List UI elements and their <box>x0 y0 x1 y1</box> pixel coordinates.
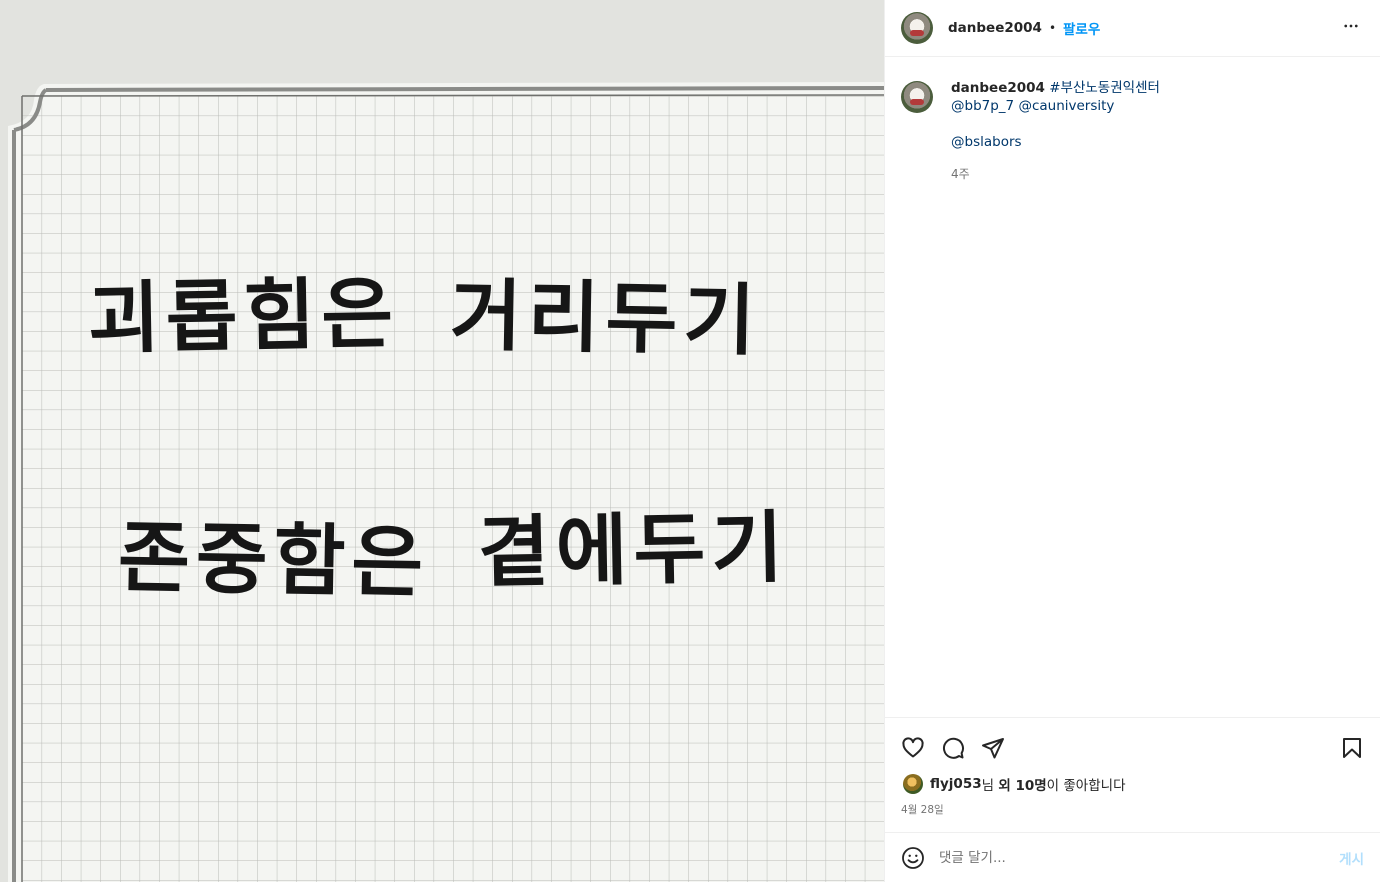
comment-input[interactable] <box>939 849 1330 866</box>
author-avatar[interactable] <box>901 12 933 44</box>
likes-summary: flyj053 님 외 10명 이 좋아합니다 <box>885 768 1380 796</box>
author-username[interactable]: danbee2004 <box>948 20 1042 36</box>
photo-text-line2-right: 곁에두기 <box>477 503 790 599</box>
mention-link-1[interactable]: @bb7p_7 <box>951 98 1014 114</box>
likes-suffix-2: 이 좋아합니다 <box>1046 778 1126 794</box>
liker-username[interactable]: flyj053 <box>930 776 982 792</box>
photo-text-line1-right: 거리두기 <box>449 271 762 367</box>
post-comment-button[interactable]: 게시 <box>1339 848 1364 868</box>
liker-avatar[interactable] <box>903 774 923 794</box>
post-time-ago[interactable]: 4주 <box>951 165 1160 183</box>
photo-text-line2-left: 존중함은 <box>117 513 430 609</box>
photo-text-line1-left: 괴롭힘은 <box>87 269 400 365</box>
separator-dot: • <box>1048 21 1057 35</box>
post-image[interactable]: 괴롭힘은 거리두기 존중함은 곁에두기 <box>0 0 884 882</box>
mention-link-2[interactable]: @cauniversity <box>1018 98 1114 114</box>
share-icon[interactable] <box>981 736 1007 762</box>
post-date[interactable]: 4월 28일 <box>885 796 1380 818</box>
post-header: danbee2004 • 팔로우 <box>885 0 1380 57</box>
hashtag-link[interactable]: #부산노동권익센터 <box>1049 80 1160 96</box>
post-sidebar: danbee2004 • 팔로우 danbee2004 #부산노동권익센터 @b… <box>884 0 1380 882</box>
emoji-icon[interactable] <box>901 846 925 870</box>
bookmark-icon[interactable] <box>1340 736 1366 762</box>
post-caption: danbee2004 #부산노동권익센터 @bb7p_7 @cauniversi… <box>885 57 1380 183</box>
more-options-icon[interactable] <box>1338 13 1364 44</box>
action-bar <box>885 718 1380 768</box>
grid-paper <box>0 0 884 882</box>
heart-icon[interactable] <box>901 736 927 762</box>
post-actions-section: flyj053 님 외 10명 이 좋아합니다 4월 28일 <box>885 717 1380 818</box>
post-modal: 괴롭힘은 거리두기 존중함은 곁에두기 danbee2004 • 팔로우 dan… <box>0 0 1380 882</box>
mention-link-3[interactable]: @bslabors <box>951 134 1022 150</box>
follow-button[interactable]: 팔로우 <box>1063 18 1100 38</box>
caption-username[interactable]: danbee2004 <box>951 80 1045 96</box>
caption-avatar[interactable] <box>901 81 933 113</box>
likes-suffix-1: 님 <box>981 778 995 794</box>
comment-icon[interactable] <box>941 736 967 762</box>
comment-box: 게시 <box>885 832 1380 882</box>
likes-count-link[interactable]: 외 10명 <box>998 774 1046 794</box>
